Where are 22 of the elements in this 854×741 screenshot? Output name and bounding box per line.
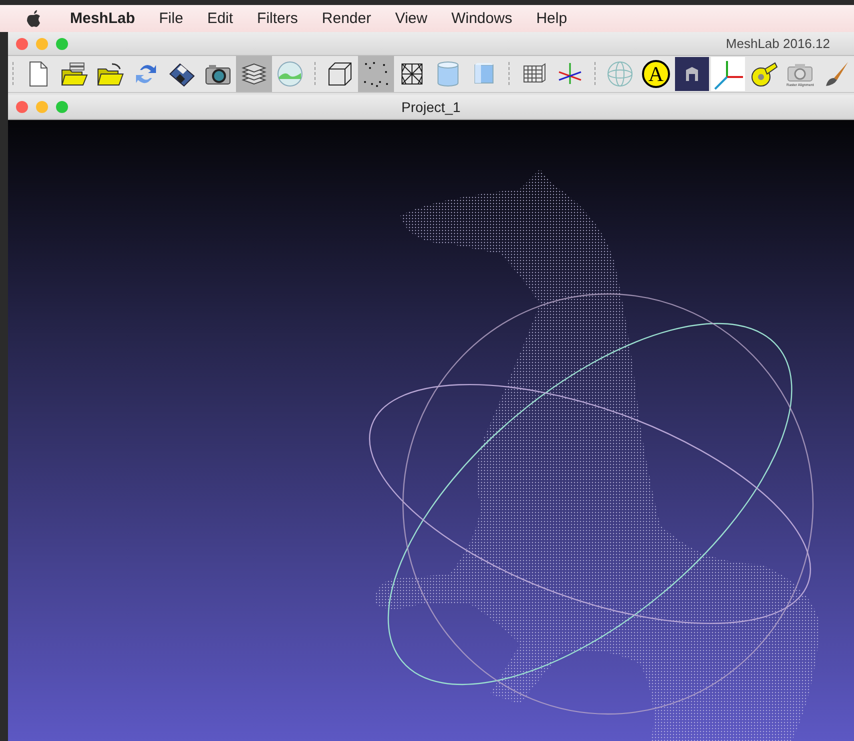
camera-icon (787, 62, 813, 82)
folder-stack-icon (60, 60, 88, 88)
axes-frame-icon (711, 57, 745, 91)
menu-item[interactable]: View (383, 10, 440, 27)
menu-item[interactable]: Edit (195, 10, 246, 27)
toolbar-button[interactable] (674, 56, 710, 92)
toolbar-button[interactable] (358, 56, 394, 92)
menu-item[interactable]: Windows (439, 10, 524, 27)
apple-logo-icon[interactable] (26, 10, 42, 28)
point-cloud-icon (362, 60, 390, 88)
menu-item[interactable]: Help (524, 10, 580, 27)
app-menu[interactable]: MeshLab (58, 10, 148, 27)
sphere-icon (606, 60, 634, 88)
tape-measure-icon (750, 60, 778, 88)
menu-item[interactable]: Render (310, 10, 384, 27)
document-title: Project_1 (401, 99, 461, 115)
toolbar-button[interactable] (236, 56, 272, 92)
window-title: MeshLab 2016.12 (726, 36, 831, 51)
menu-item[interactable]: File (147, 10, 196, 27)
cube-outline-icon (326, 60, 354, 88)
globe-image-icon (276, 60, 304, 88)
menu-item[interactable]: Filters (245, 10, 310, 27)
